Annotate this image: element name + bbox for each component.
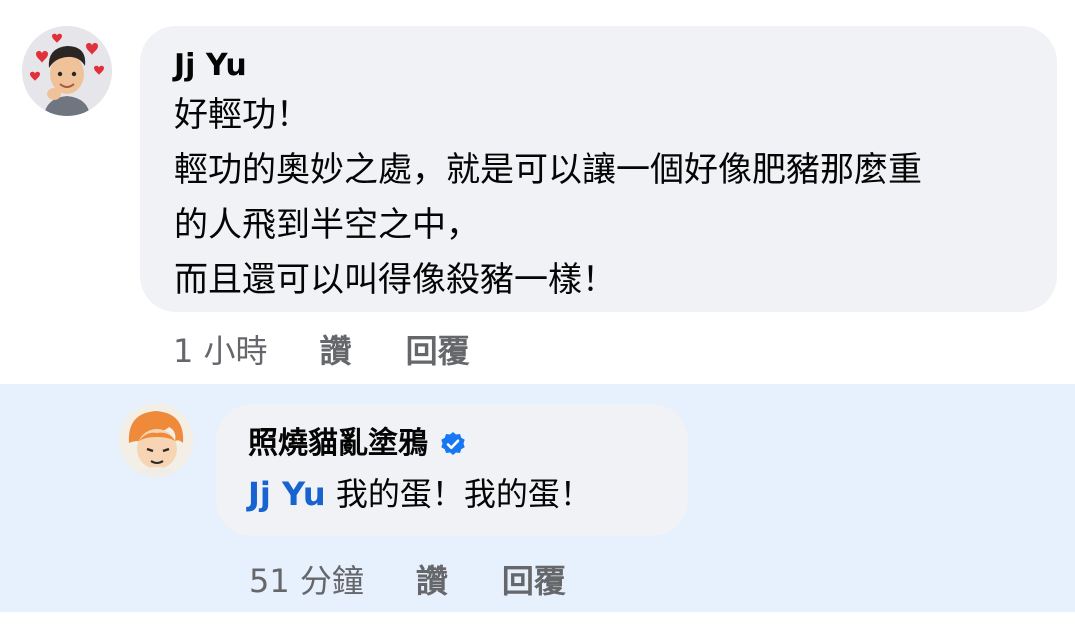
reply-text-content: 我的蛋！我的蛋！ [325, 475, 592, 513]
mention-link[interactable]: Jj Yu [248, 475, 326, 513]
reply-author[interactable]: 照燒貓亂塗鴉 [248, 426, 656, 462]
verified-badge-icon [441, 432, 465, 455]
avatar-image [22, 26, 112, 116]
comment-text-line: 輕功的奧妙之處，就是可以讓一個好像肥豬那麼重 [174, 150, 922, 190]
avatar[interactable] [22, 26, 112, 116]
comment-actions: 1 小時 讚 回覆 [173, 326, 524, 372]
comment-thread: Jj Yu 好輕功！ 輕功的奧妙之處，就是可以讓一個好像肥豬那麼重 的人飛到半空… [0, 0, 1075, 634]
reply-button[interactable]: 回覆 [406, 326, 470, 372]
comment-author[interactable]: Jj Yu [174, 48, 1023, 84]
comment-author-name[interactable]: Jj Yu [174, 48, 247, 84]
reply-author-name[interactable]: 照燒貓亂塗鴉 [248, 426, 428, 462]
reply-actions: 51 分鐘 讚 回覆 [249, 556, 620, 602]
comment-text-line: 而且還可以叫得像殺豬一樣！ [174, 260, 616, 300]
comment-bubble: Jj Yu 好輕功！ 輕功的奧妙之處，就是可以讓一個好像肥豬那麼重 的人飛到半空… [140, 26, 1057, 312]
avatar[interactable] [119, 403, 193, 477]
comment-text-line: 的人飛到半空之中， [174, 205, 480, 245]
reply-timestamp[interactable]: 51 分鐘 [249, 556, 364, 602]
reply-button[interactable]: 回覆 [502, 556, 566, 602]
comment-text-line: 好輕功！ [174, 95, 310, 135]
like-button[interactable]: 讚 [320, 326, 352, 372]
avatar-image [119, 403, 193, 477]
reply-bubble: 照燒貓亂塗鴉 Jj Yu 我的蛋！我的蛋！ [216, 404, 688, 536]
like-button[interactable]: 讚 [416, 556, 448, 602]
comment-timestamp[interactable]: 1 小時 [173, 326, 268, 372]
reply-text: Jj Yu 我的蛋！我的蛋！ [248, 470, 656, 518]
